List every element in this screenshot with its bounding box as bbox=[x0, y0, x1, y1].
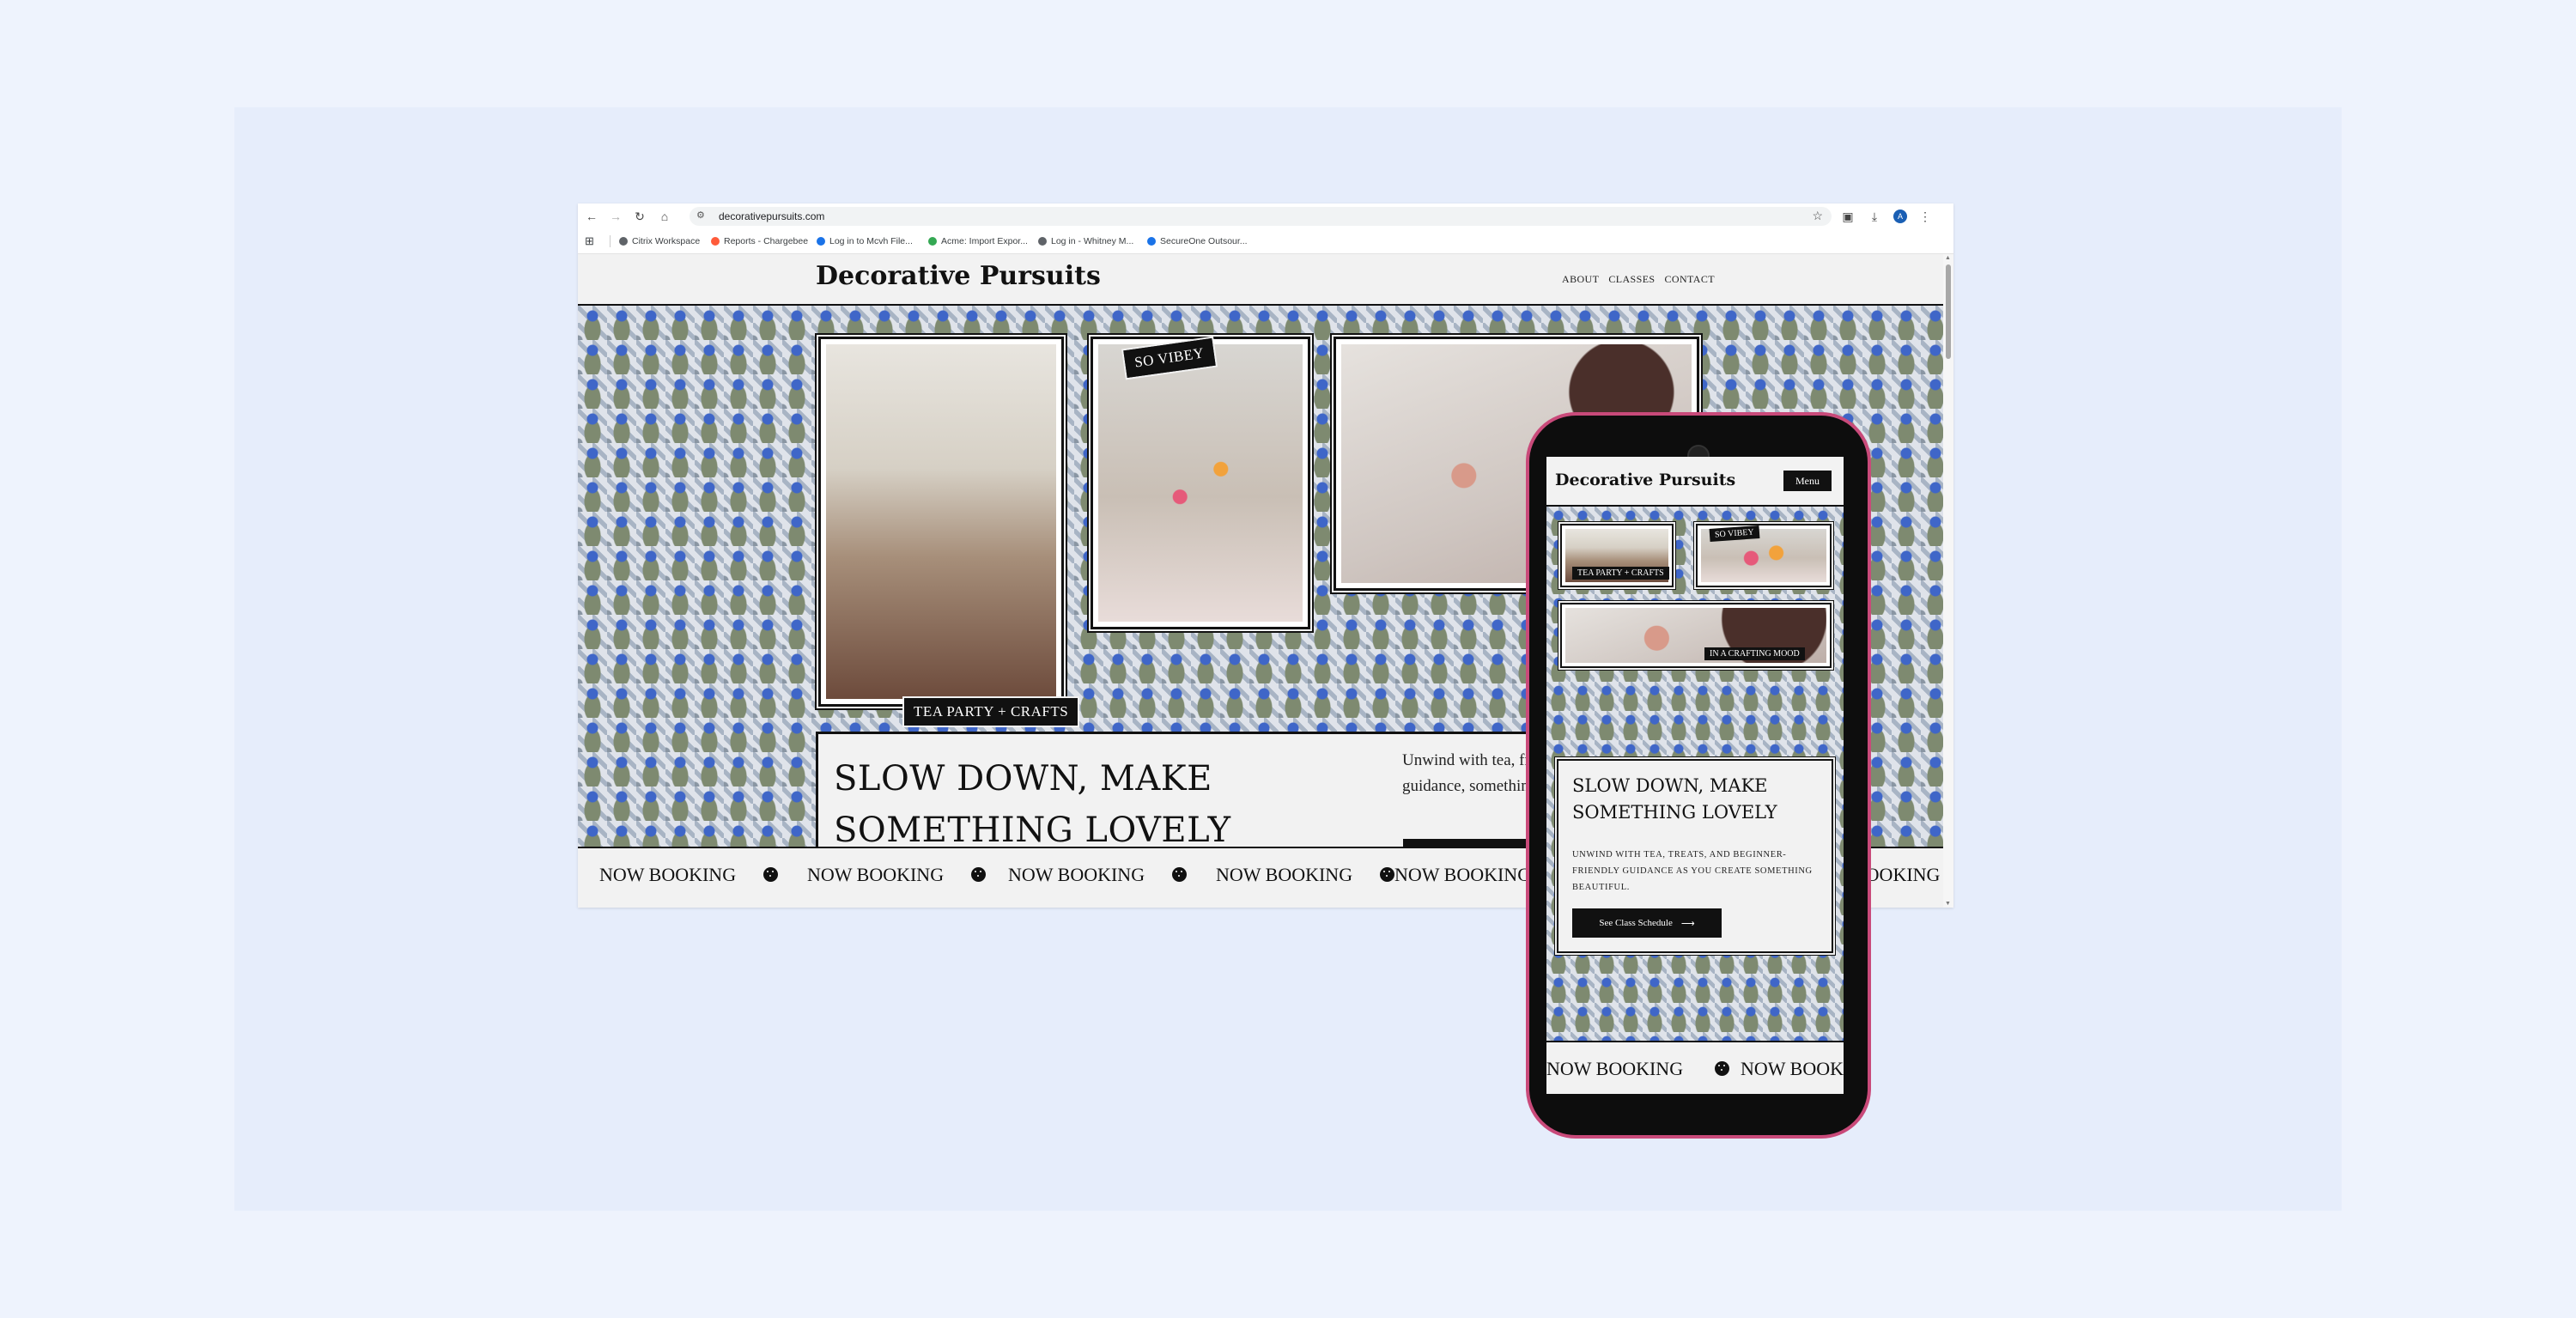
nav-about[interactable]: ABOUT bbox=[1562, 273, 1599, 286]
arrow-right-icon: ⟶ bbox=[1680, 918, 1695, 929]
site-info-icon[interactable]: ⚙ bbox=[696, 210, 705, 221]
mobile-see-class-schedule-button[interactable]: See Class Schedule ⟶ bbox=[1572, 908, 1722, 938]
bookmark-label: Log in to Mcvh File... bbox=[829, 236, 913, 246]
bookmark-favicon bbox=[928, 237, 937, 246]
mobile-header: Decorative Pursuits Menu bbox=[1546, 457, 1844, 507]
mobile-now-booking-marquee: NOW BOOKING NOW BOOK bbox=[1546, 1041, 1844, 1094]
bookmarks-separator bbox=[610, 235, 611, 247]
forward-icon[interactable]: → bbox=[605, 203, 627, 229]
bookmark-label: Reports - Chargebee bbox=[724, 236, 809, 246]
mobile-menu-button[interactable]: Menu bbox=[1783, 471, 1832, 491]
smiley-icon bbox=[1715, 1061, 1729, 1076]
mobile-crafting-mood-tag: IN A CRAFTING MOOD bbox=[1704, 647, 1805, 660]
marquee-text: NOW BOOKING bbox=[1008, 864, 1145, 885]
profile-initial: A bbox=[1893, 210, 1907, 223]
url-text[interactable]: decorativepursuits.com bbox=[719, 210, 824, 222]
site-header: Decorative Pursuits ABOUT CLASSES CONTAC… bbox=[578, 254, 1943, 306]
mobile-screen: Decorative Pursuits Menu TEA PARTY + CRA… bbox=[1546, 457, 1844, 1094]
scroll-down-icon[interactable]: ▼ bbox=[1945, 901, 1951, 907]
smiley-icon bbox=[1380, 867, 1394, 882]
page-scrollbar[interactable]: ▲ ▼ bbox=[1943, 254, 1953, 908]
back-icon[interactable]: ← bbox=[580, 203, 603, 229]
bookmark-favicon bbox=[817, 237, 825, 246]
bookmark-item[interactable]: Log in to Mcvh File... bbox=[817, 229, 913, 253]
bookmarks-bar: ⊞ Citrix Workspace Reports - Chargebee L… bbox=[578, 229, 1953, 254]
home-icon[interactable]: ⌂ bbox=[653, 203, 676, 229]
nav-contact[interactable]: CONTACT bbox=[1665, 273, 1716, 286]
site-nav: ABOUT CLASSES CONTACT bbox=[1562, 273, 1715, 286]
mobile-button-label: See Class Schedule bbox=[1599, 918, 1673, 928]
tea-party-photo bbox=[818, 337, 1064, 707]
bookmark-favicon bbox=[619, 237, 628, 246]
site-logo[interactable]: Decorative Pursuits bbox=[816, 261, 1101, 291]
flowers-photo bbox=[1091, 337, 1310, 629]
bookmark-favicon bbox=[1147, 237, 1156, 246]
browser-toolbar: ← → ↻ ⌂ ⚙ decorativepursuits.com ☆ ▣ ⤓ A… bbox=[578, 203, 1953, 229]
bookmark-label: Acme: Import Expor... bbox=[941, 236, 1028, 246]
mobile-tea-party-tag: TEA PARTY + CRAFTS bbox=[1572, 567, 1669, 580]
bookmark-favicon bbox=[1038, 237, 1047, 246]
smiley-icon bbox=[763, 867, 778, 882]
bookmark-item[interactable]: Citrix Workspace bbox=[619, 229, 700, 253]
apps-grid-icon[interactable]: ⊞ bbox=[585, 229, 594, 253]
tea-party-tag: TEA PARTY + CRAFTS bbox=[904, 698, 1078, 726]
marquee-text: NOW BOOKING bbox=[807, 864, 945, 885]
marquee-text: NOW BOOKING bbox=[599, 864, 737, 885]
bookmark-favicon bbox=[711, 237, 720, 246]
scroll-thumb[interactable] bbox=[1946, 264, 1951, 359]
bookmark-item[interactable]: Acme: Import Expor... bbox=[928, 229, 1028, 253]
bookmark-item[interactable]: SecureOne Outsour... bbox=[1147, 229, 1248, 253]
mobile-logo[interactable]: Decorative Pursuits bbox=[1555, 471, 1735, 489]
mobile-marquee-text: NOW BOOKING bbox=[1546, 1058, 1684, 1079]
bookmark-star-icon[interactable]: ☆ bbox=[1812, 209, 1823, 223]
phone-mockup: Decorative Pursuits Menu TEA PARTY + CRA… bbox=[1526, 412, 1871, 1139]
profile-avatar[interactable]: A bbox=[1889, 203, 1911, 229]
download-icon[interactable]: ⤓ bbox=[1863, 203, 1886, 229]
bookmark-label: Citrix Workspace bbox=[632, 236, 701, 246]
mobile-hero-card: SLOW DOWN, MAKE SOMETHING LOVELY Unwind … bbox=[1557, 759, 1833, 953]
extensions-icon[interactable]: ▣ bbox=[1837, 203, 1859, 229]
smiley-icon bbox=[1172, 867, 1187, 882]
mobile-hero-description: Unwind with tea, treats, and beginner-fr… bbox=[1572, 850, 1813, 892]
marquee-text: NOW BOOKING bbox=[1394, 864, 1532, 885]
browser-menu-icon[interactable]: ⋮ bbox=[1914, 203, 1936, 229]
mobile-marquee-text: NOW BOOK bbox=[1741, 1058, 1844, 1079]
bookmark-item[interactable]: Reports - Chargebee bbox=[711, 229, 808, 253]
smiley-icon bbox=[971, 867, 986, 882]
bookmark-label: Log in - Whitney M... bbox=[1051, 236, 1134, 246]
mobile-hero-title: SLOW DOWN, MAKE SOMETHING LOVELY bbox=[1572, 775, 1777, 823]
hero-title: SLOW DOWN, MAKE SOMETHING LOVELY bbox=[834, 759, 1231, 850]
address-bar[interactable]: ⚙ decorativepursuits.com ☆ bbox=[690, 207, 1832, 226]
marquee-text: NOW BOOKING bbox=[1216, 864, 1353, 885]
bookmark-label: SecureOne Outsour... bbox=[1160, 236, 1248, 246]
scroll-up-icon[interactable]: ▲ bbox=[1945, 255, 1951, 261]
bookmark-item[interactable]: Log in - Whitney M... bbox=[1038, 229, 1133, 253]
nav-classes[interactable]: CLASSES bbox=[1608, 273, 1655, 286]
reload-icon[interactable]: ↻ bbox=[629, 203, 651, 229]
